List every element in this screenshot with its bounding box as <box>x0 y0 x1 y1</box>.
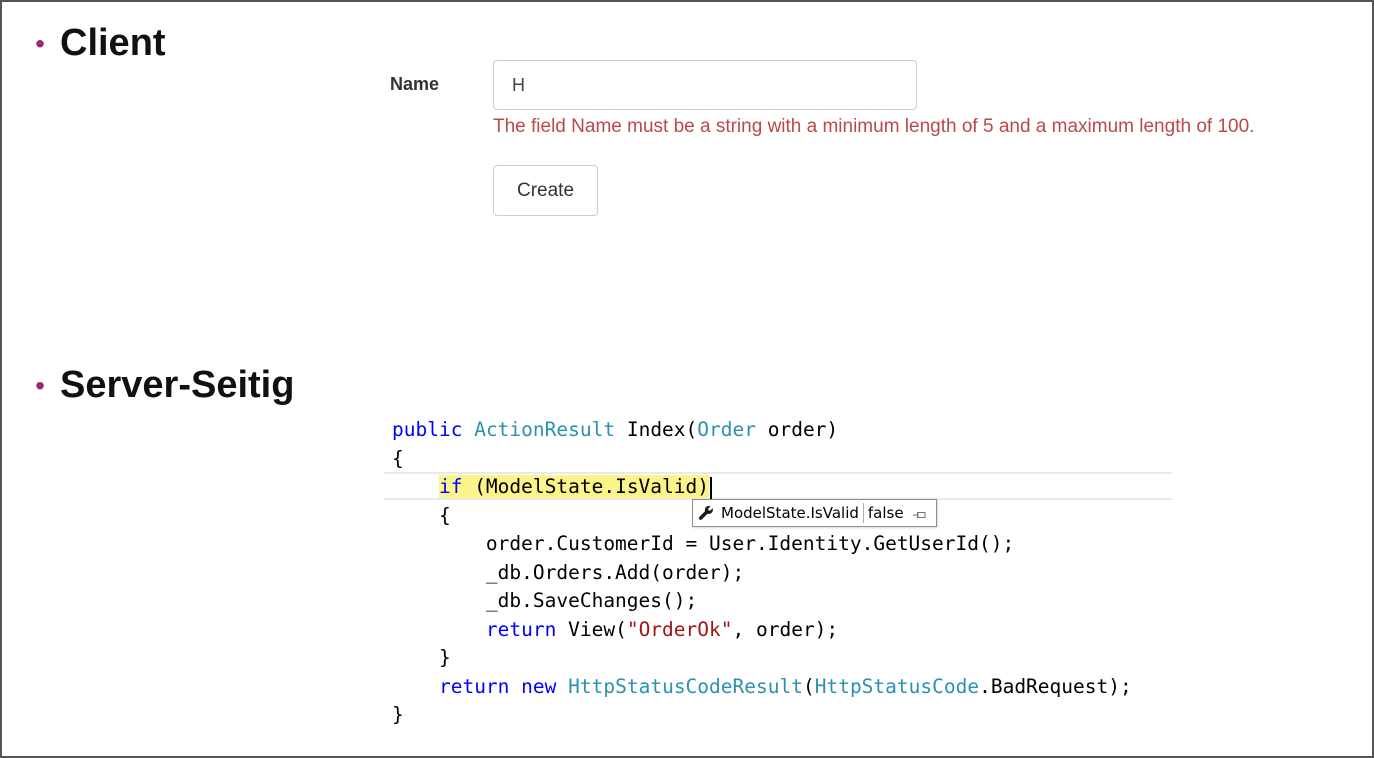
code-text: Index( <box>615 418 698 441</box>
slide: • Client Name The field Name must be a s… <box>0 0 1374 758</box>
pin-icon[interactable] <box>912 507 928 519</box>
code-line: { <box>392 446 404 470</box>
bullet-dot-icon: • <box>35 369 45 401</box>
code-text: ( <box>802 674 815 698</box>
code-line: return View("OrderOk", order); <box>392 616 1132 645</box>
code-line: public ActionResult Index(Order order) <box>392 416 1132 445</box>
code-line: } <box>392 703 404 726</box>
bullet-server-text: Server-Seitig <box>60 364 295 406</box>
code-keyword: public <box>392 418 463 441</box>
code-type: Order <box>697 418 756 441</box>
code-keyword: return <box>438 674 510 698</box>
code-line: order.CustomerId = User.Identity.GetUser… <box>392 532 1015 555</box>
code-text: .BadRequest); <box>979 674 1132 698</box>
name-input[interactable] <box>493 60 917 110</box>
code-keyword: return <box>485 617 557 641</box>
code-type: HttpStatusCodeResult <box>568 674 803 698</box>
code-text: , order); <box>732 617 839 641</box>
code-type: HttpStatusCode <box>814 674 980 698</box>
datatip-expression: ModelState.IsValid <box>721 504 859 522</box>
code-line: _db.Orders.Add(order); <box>392 560 745 584</box>
code-editor[interactable]: public ActionResult Index(Order order) {… <box>392 416 1132 730</box>
bullet-server: • Server-Seitig <box>20 364 294 407</box>
debugger-datatip[interactable]: ModelState.IsValid false <box>692 499 937 527</box>
code-line: return new HttpStatusCodeResult(HttpStat… <box>392 673 1132 702</box>
code-string: "OrderOk" <box>626 617 733 641</box>
validation-message: The field Name must be a string with a m… <box>493 116 1255 137</box>
code-line-current: if (ModelState.IsValid) <box>392 473 1132 502</box>
create-button[interactable]: Create <box>493 165 598 216</box>
bullet-client: • Client <box>20 22 166 65</box>
code-line: _db.SaveChanges(); <box>392 589 698 612</box>
name-label: Name <box>390 74 440 94</box>
code-type: ActionResult <box>474 418 616 441</box>
code-line: } <box>392 646 451 669</box>
code-text: View( <box>556 617 627 641</box>
code-keyword: if <box>438 475 463 498</box>
bullet-dot-icon: • <box>35 27 45 59</box>
datatip-separator <box>862 503 864 523</box>
datatip-value[interactable]: false <box>868 504 912 522</box>
bullet-client-text: Client <box>60 22 166 64</box>
text-caret <box>710 476 712 499</box>
code-keyword: new <box>521 674 557 698</box>
wrench-icon <box>697 504 715 522</box>
code-text: (ModelState.IsValid) <box>462 475 709 498</box>
code-text: order) <box>755 418 839 441</box>
